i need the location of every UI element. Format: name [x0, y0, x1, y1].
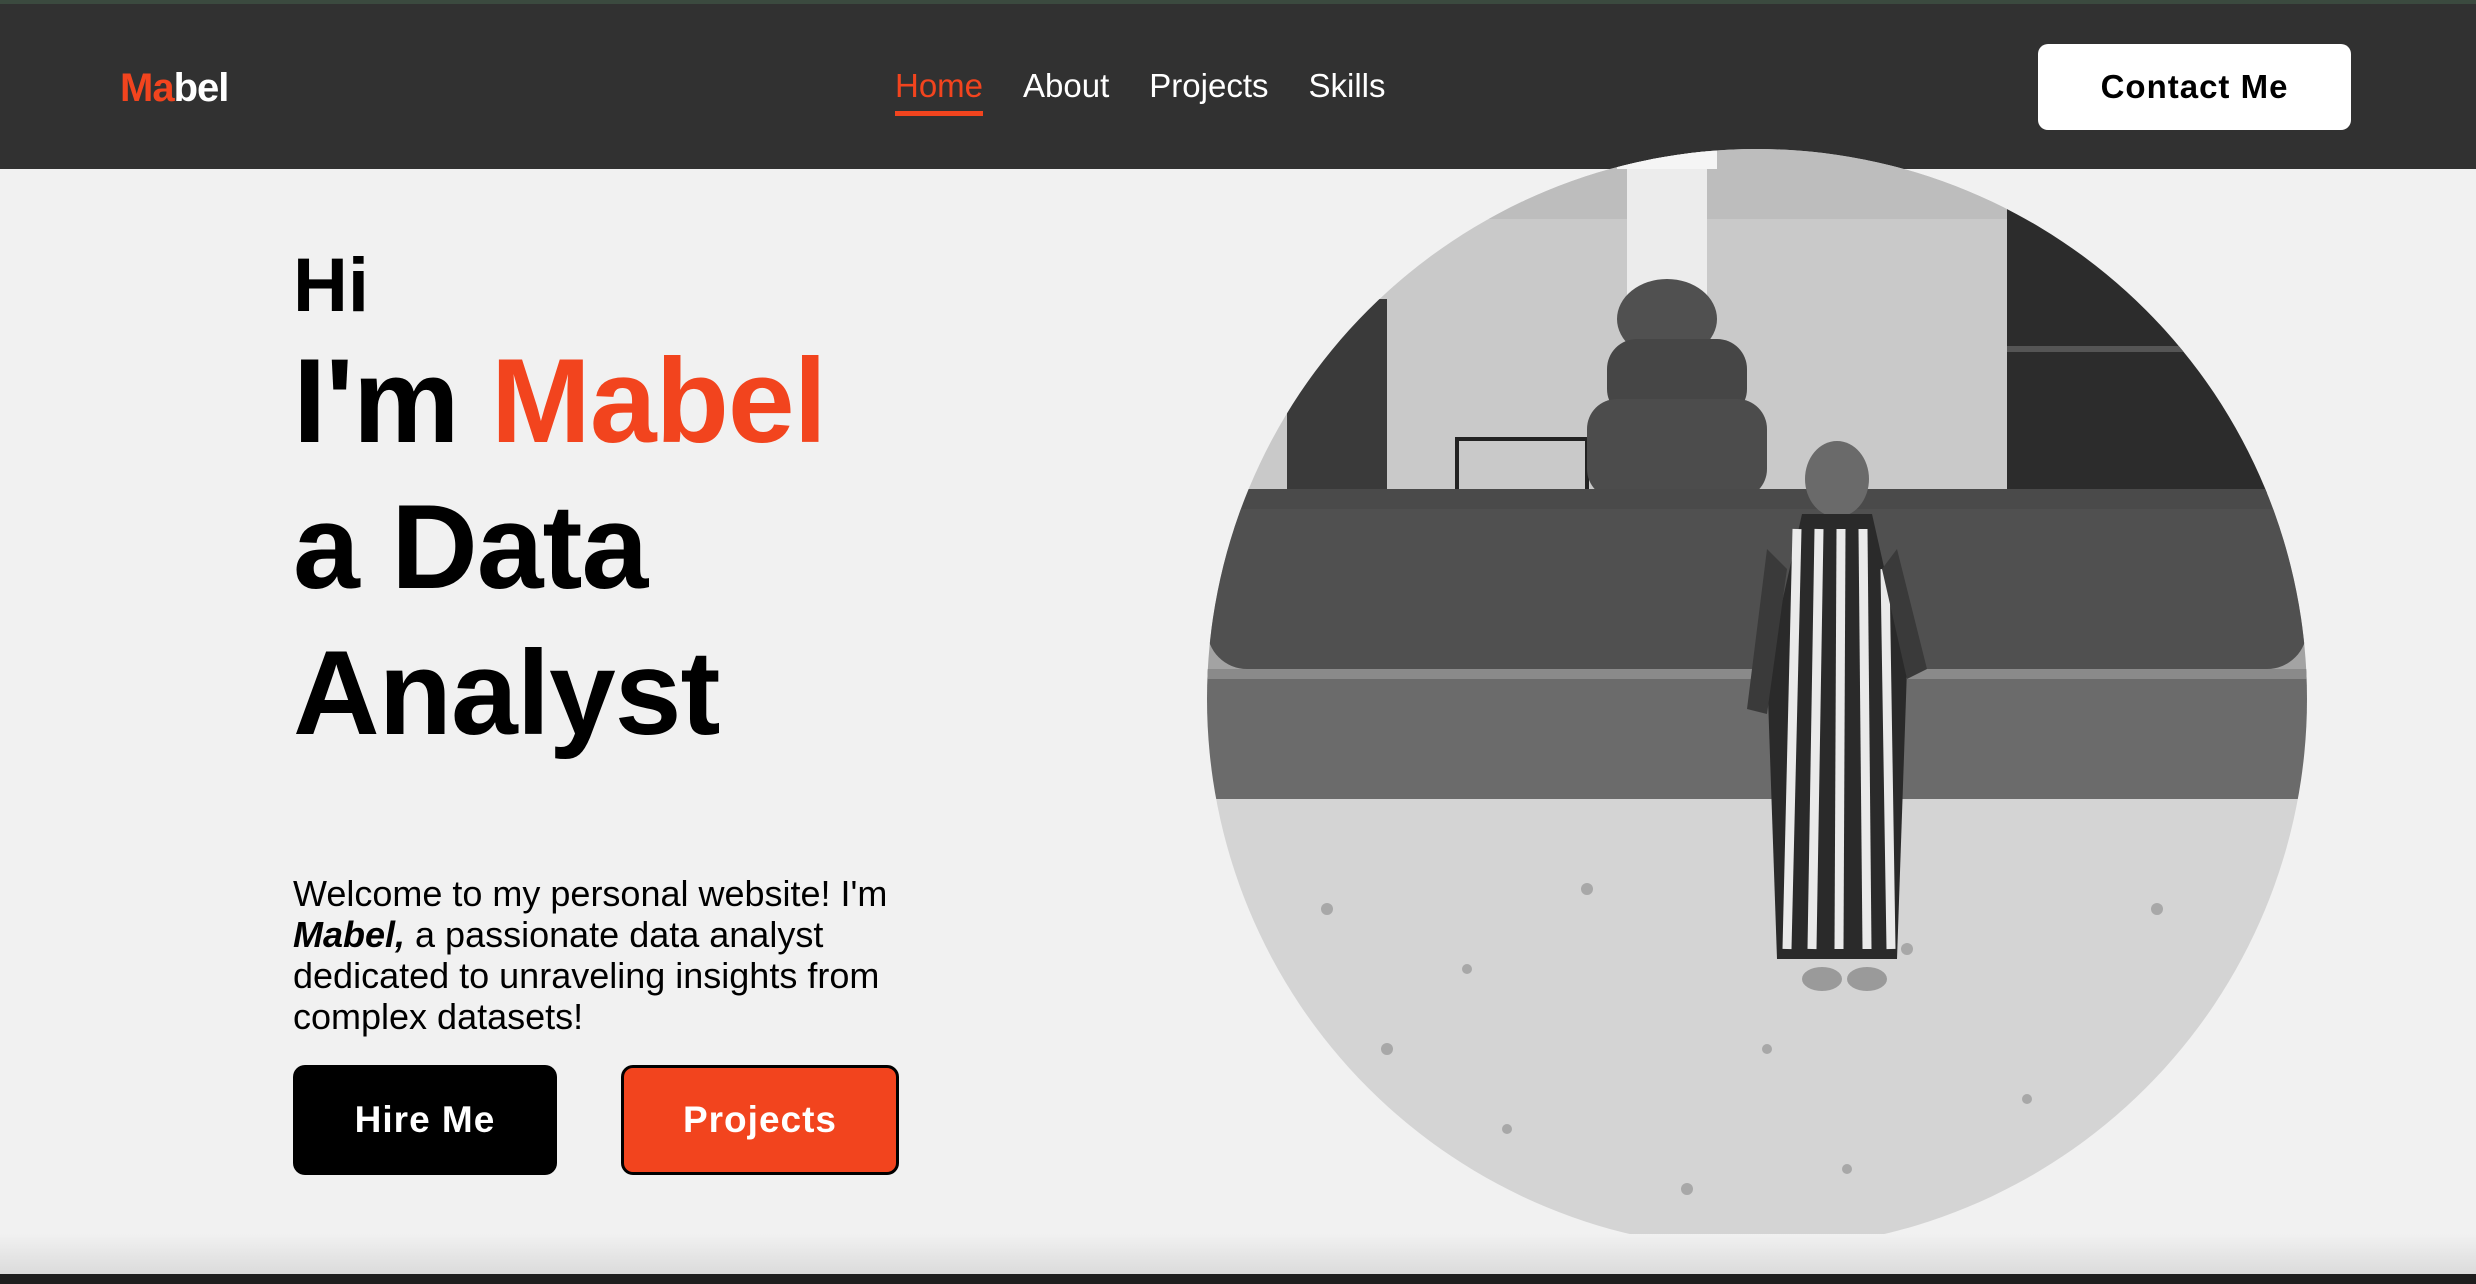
hero-line-3: Analyst — [293, 626, 720, 760]
logo-accent: Ma — [120, 66, 175, 110]
profile-photo-illustration — [1207, 149, 2307, 1249]
hero-line-1-prefix: I'm — [293, 334, 491, 468]
navbar: Mabel Home About Projects Skills Contact… — [0, 4, 2476, 169]
profile-photo — [1207, 149, 2307, 1249]
bottom-edge — [0, 1274, 2476, 1284]
hero-greeting: Hi — [293, 243, 369, 328]
nav-link-projects[interactable]: Projects — [1149, 64, 1268, 108]
hero-name: Mabel — [490, 334, 827, 468]
nav-links: Home About Projects Skills — [895, 64, 1426, 116]
projects-button[interactable]: Projects — [621, 1065, 899, 1175]
nav-link-skills[interactable]: Skills — [1309, 64, 1386, 108]
hire-me-button[interactable]: Hire Me — [293, 1065, 557, 1175]
hero-heading: Hi I'm Mabel a Data Analyst — [293, 244, 993, 766]
nav-link-home[interactable]: Home — [895, 64, 984, 116]
site-logo[interactable]: Mabel — [120, 64, 230, 112]
intro-part-1: Welcome to my personal website! I'm — [293, 873, 888, 914]
intro-name: Mabel, — [293, 914, 406, 955]
nav-link-about[interactable]: About — [1023, 64, 1109, 108]
hero-line-2: a Data — [293, 480, 648, 614]
contact-me-button[interactable]: Contact Me — [2038, 44, 2351, 130]
logo-rest: bel — [173, 66, 230, 110]
hero-line-1: I'm Mabel — [293, 328, 993, 474]
bottom-fade — [0, 1234, 2476, 1274]
hero-intro: Welcome to my personal website! I'm Mabe… — [293, 873, 933, 1037]
page: Mabel Home About Projects Skills Contact… — [0, 0, 2476, 1274]
